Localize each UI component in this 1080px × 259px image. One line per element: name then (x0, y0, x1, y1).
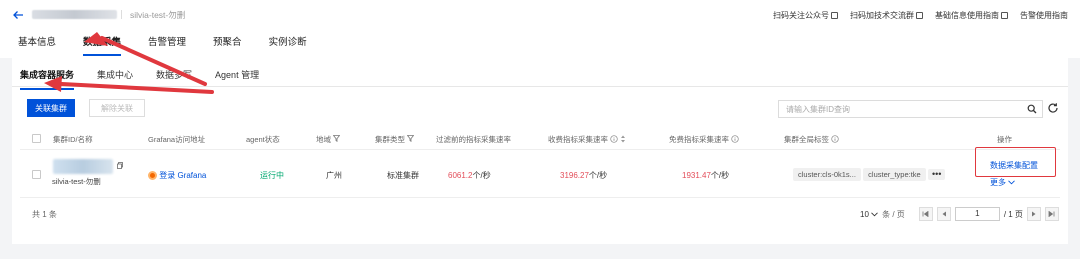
next-page-button[interactable] (1026, 207, 1041, 221)
tag-cluster-type: cluster_type:tke (863, 168, 926, 181)
row-checkbox[interactable] (32, 170, 41, 179)
tag-cluster-id: cluster:cls-0k1s... (793, 168, 861, 181)
col-agent: agent状态 (246, 135, 280, 144)
col-tags: 集群全局标签 (784, 134, 839, 145)
tab-data-collection[interactable]: 数据采集 (83, 34, 122, 56)
filter-icon[interactable] (332, 135, 341, 144)
header-separator (121, 10, 122, 19)
col-billed-rate: 收费指标采集速率 (548, 134, 626, 145)
content-card: 集成容器服务 集成中心 数据多写 Agent 管理 关联集群 解除关联 请输入集… (12, 58, 1068, 244)
col-cluster-type: 集群类型 (375, 134, 415, 145)
instance-name: silvia-test-勿删 (130, 10, 186, 20)
header-links: 扫码关注公众号 扫码加技术交流群 基础信息使用指南 告警使用指南 (773, 10, 1068, 21)
current-page-input[interactable]: 1 (954, 207, 1000, 221)
cluster-tags: cluster:cls-0k1s... cluster_type:tke ••• (793, 168, 946, 181)
tab-instance-diagnosis[interactable]: 实例诊断 (269, 34, 307, 52)
pagination: 10 条 / 页 1 / 1 页 (860, 206, 1059, 222)
tech-group-link[interactable]: 扫码加技术交流群 (850, 10, 923, 21)
select-all-checkbox[interactable] (32, 134, 41, 143)
external-link-icon (1001, 12, 1008, 19)
tab-pre-aggregation[interactable]: 预聚合 (213, 34, 242, 52)
col-region: 地域 (316, 134, 341, 145)
top-header: silvia-test-勿删 扫码关注公众号 扫码加技术交流群 基础信息使用指南… (0, 0, 1080, 58)
billed-rate: 3196.27个/秒 (560, 171, 608, 180)
chevron-down-icon (1008, 178, 1016, 187)
back-arrow-icon[interactable] (12, 9, 24, 21)
sort-icon[interactable] (620, 135, 626, 145)
filter-icon[interactable] (406, 135, 415, 144)
tab-divider (12, 86, 1068, 87)
info-icon[interactable] (731, 134, 739, 145)
prev-page-button[interactable] (936, 207, 951, 221)
free-rate: 1931.47个/秒 (682, 171, 730, 180)
total-count: 共 1 条 (32, 210, 57, 219)
page-size-select[interactable]: 10 (860, 210, 878, 219)
cluster-id-redacted (53, 159, 113, 174)
cluster-type-value: 标准集群 (387, 171, 419, 180)
more-actions-link[interactable]: 更多 (990, 177, 1016, 188)
info-icon[interactable] (610, 134, 618, 145)
wechat-official-link[interactable]: 扫码关注公众号 (773, 10, 838, 21)
first-page-button[interactable] (918, 207, 933, 221)
col-pre-filter-rate: 过滤前的指标采集速率 (436, 135, 511, 144)
instance-id-redacted (32, 10, 117, 19)
associate-cluster-button[interactable]: 关联集群 (27, 99, 75, 117)
qrcode-icon (916, 12, 923, 19)
disassociate-button: 解除关联 (89, 99, 145, 117)
basic-info-guide-link[interactable]: 基础信息使用指南 (935, 10, 1008, 21)
grafana-login-link[interactable]: 登录 Grafana (148, 170, 206, 181)
col-free-rate: 免费指标采集速率 (669, 134, 739, 145)
search-icon[interactable] (1027, 104, 1037, 114)
annotation-highlight-box (975, 147, 1056, 177)
copy-icon[interactable] (117, 162, 123, 171)
page-size-unit: 条 / 页 (882, 209, 905, 219)
pre-filter-rate: 6061.2个/秒 (448, 171, 491, 180)
col-actions: 操作 (997, 135, 1012, 144)
subtab-multi-write[interactable]: 数据多写 (156, 68, 192, 84)
search-placeholder: 请输入集群ID查询 (786, 104, 850, 114)
table-row: silvia-test-勿删 登录 Grafana 运行中 广州 标准集群 60… (20, 150, 1060, 194)
subtab-agent-management[interactable]: Agent 管理 (215, 68, 259, 84)
refresh-icon[interactable] (1047, 102, 1059, 114)
region-value: 广州 (326, 171, 342, 180)
chevron-down-icon (871, 210, 878, 219)
total-pages: / 1 页 (1003, 209, 1023, 219)
qrcode-icon (831, 12, 838, 19)
subtab-integration-center[interactable]: 集成中心 (97, 68, 133, 84)
sub-tabs: 集成容器服务 集成中心 数据多写 Agent 管理 (20, 68, 282, 90)
tab-basic-info[interactable]: 基本信息 (18, 34, 56, 52)
info-icon[interactable] (831, 134, 839, 145)
col-grafana: Grafana访问地址 (148, 135, 206, 144)
subtab-container-service[interactable]: 集成容器服务 (20, 68, 75, 90)
tab-alert-management[interactable]: 告警管理 (148, 34, 186, 52)
last-page-button[interactable] (1044, 207, 1059, 221)
agent-status: 运行中 (260, 171, 284, 180)
main-tabs: 基本信息 数据采集 告警管理 预聚合 实例诊断 (18, 34, 334, 56)
search-input[interactable]: 请输入集群ID查询 (778, 100, 1043, 118)
col-cluster: 集群ID/名称 (53, 135, 93, 144)
more-tags-button[interactable]: ••• (927, 169, 946, 180)
row-divider (20, 197, 1060, 198)
table-header: 集群ID/名称 Grafana访问地址 agent状态 地域 集群类型 过滤前的… (20, 130, 1060, 148)
alert-guide-link[interactable]: 告警使用指南 (1020, 10, 1068, 21)
cluster-name: silvia-test-勿删 (52, 177, 101, 186)
grafana-icon (148, 171, 157, 181)
